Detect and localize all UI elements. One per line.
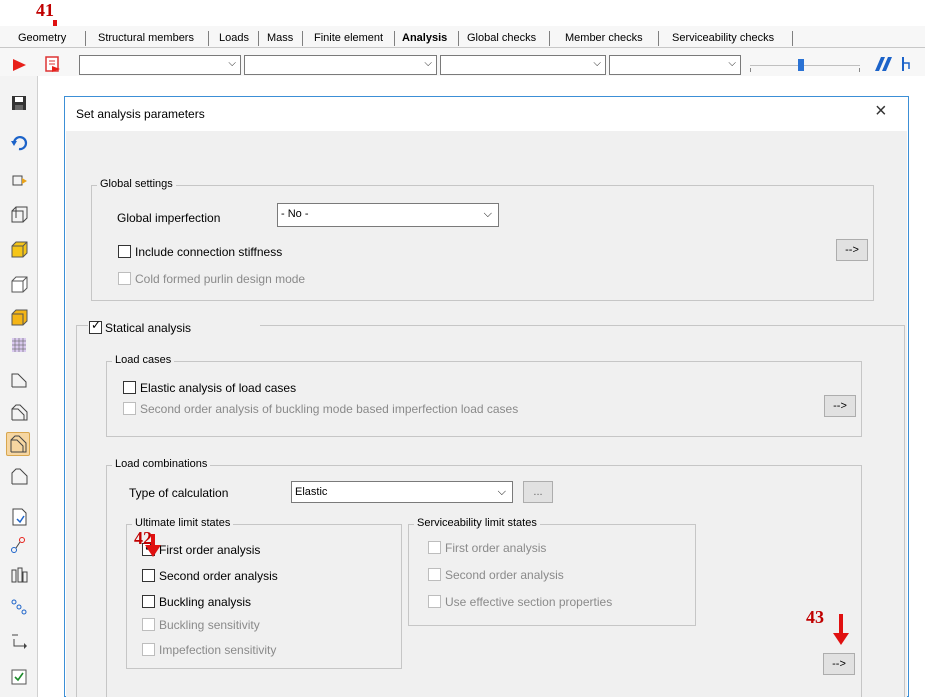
dialog-title: Set analysis parameters xyxy=(76,107,205,121)
analysis-settings-icon[interactable] xyxy=(44,55,62,76)
tab-member-checks[interactable]: Member checks xyxy=(565,32,643,44)
section-icon[interactable] xyxy=(10,371,28,389)
toolbar-combo-1[interactable]: ⌵ xyxy=(79,55,241,75)
uls-second-order-label: Second order analysis xyxy=(159,569,278,583)
uls-buckling-sensitivity-label: Buckling sensitivity xyxy=(159,618,260,632)
uls-imperfection-sensitivity-label: Impefection sensitivity xyxy=(159,643,277,657)
view-icon-2[interactable] xyxy=(900,55,920,76)
annotation-41: 41 xyxy=(36,0,54,20)
load-combinations-title: Load combinations xyxy=(112,458,211,470)
undo-icon[interactable] xyxy=(10,134,28,152)
toolbar-combo-4[interactable]: ⌵ xyxy=(609,55,741,75)
frame-view-icon[interactable] xyxy=(10,206,28,224)
sls-second-order-label: Second order analysis xyxy=(445,568,564,582)
cold-formed-purlin-label: Cold formed purlin design mode xyxy=(135,272,306,286)
global-settings-more-button[interactable]: --> xyxy=(836,239,868,261)
active-section-icon[interactable] xyxy=(6,432,30,456)
grid-view-icon[interactable] xyxy=(10,336,28,354)
load-cases-more-button[interactable]: --> xyxy=(824,395,856,417)
include-connection-stiffness-checkbox[interactable] xyxy=(118,245,131,258)
global-imperfection-label: Global imperfection xyxy=(117,211,221,225)
set-analysis-parameters-dialog: Set analysis parameters × Global setting… xyxy=(64,96,909,697)
statical-analysis-checkbox[interactable]: ✓ xyxy=(89,319,102,334)
global-settings-title: Global settings xyxy=(97,178,176,190)
checkbox-tool-icon[interactable] xyxy=(10,668,28,686)
transfer-icon[interactable] xyxy=(10,632,28,650)
solid-view-icon[interactable] xyxy=(10,241,28,259)
tab-global-checks[interactable]: Global checks xyxy=(467,32,536,44)
type-of-calculation-select[interactable]: Elastic ⌵ xyxy=(291,481,513,503)
coordinate-system-icon[interactable] xyxy=(10,171,28,189)
section-outline-icon[interactable] xyxy=(10,468,28,486)
statical-analysis-label: Statical analysis xyxy=(105,321,192,335)
run-icon[interactable] xyxy=(11,57,27,76)
uls-second-order-checkbox[interactable] xyxy=(142,569,155,582)
box-view-icon[interactable] xyxy=(10,276,28,294)
section-3d-icon[interactable] xyxy=(10,404,28,422)
include-connection-stiffness-label: Include connection stiffness xyxy=(135,245,283,259)
serviceability-limit-states-title: Serviceability limit states xyxy=(414,517,540,529)
menu-tab-strip: Geometry Structural members Loads Mass F… xyxy=(0,26,925,48)
sls-second-order-checkbox[interactable] xyxy=(428,568,441,581)
second-order-buckling-label: Second order analysis of buckling mode b… xyxy=(140,402,519,416)
tab-analysis[interactable]: Analysis xyxy=(402,32,447,44)
tab-structural-members[interactable]: Structural members xyxy=(98,32,194,44)
second-order-buckling-checkbox[interactable] xyxy=(123,402,136,415)
toolbar-combo-3[interactable]: ⌵ xyxy=(440,55,606,75)
annotation-43-arrowhead xyxy=(833,633,849,645)
sls-effective-section-checkbox[interactable] xyxy=(428,595,441,608)
type-of-calculation-ellipsis-button[interactable]: ... xyxy=(523,481,553,503)
load-cases-group xyxy=(106,361,862,437)
type-of-calculation-label: Type of calculation xyxy=(129,486,229,500)
zoom-slider[interactable] xyxy=(750,58,860,72)
uls-buckling-label: Buckling analysis xyxy=(159,595,252,609)
uls-first-order-label: First order analysis xyxy=(159,543,261,557)
tab-loads[interactable]: Loads xyxy=(219,32,249,44)
uls-buckling-checkbox[interactable] xyxy=(142,595,155,608)
save-icon[interactable] xyxy=(10,94,28,112)
zoom-slider-thumb[interactable] xyxy=(798,59,804,71)
uls-imperfection-sensitivity-checkbox[interactable] xyxy=(142,643,155,656)
toolbar-combo-2[interactable]: ⌵ xyxy=(244,55,437,75)
tab-serviceability-checks[interactable]: Serviceability checks xyxy=(672,32,774,44)
elastic-load-cases-label: Elastic analysis of load cases xyxy=(140,381,297,395)
sls-first-order-checkbox[interactable] xyxy=(428,541,441,554)
close-icon[interactable]: × xyxy=(875,100,887,123)
sls-effective-section-label: Use effective section properties xyxy=(445,595,613,609)
load-combinations-more-button[interactable]: --> xyxy=(823,653,855,675)
columns-icon[interactable] xyxy=(10,566,28,584)
annotation-43: 43 xyxy=(806,607,824,627)
annotation-43-arrow xyxy=(839,614,843,634)
sls-first-order-label: First order analysis xyxy=(445,541,547,555)
global-imperfection-select[interactable]: - No - ⌵ xyxy=(277,203,499,227)
tab-mass[interactable]: Mass xyxy=(267,32,293,44)
cold-formed-purlin-checkbox[interactable] xyxy=(118,272,131,285)
supports-icon[interactable] xyxy=(10,598,28,616)
tab-finite-element[interactable]: Finite element xyxy=(314,32,383,44)
render-view-icon[interactable] xyxy=(10,309,28,327)
uls-buckling-sensitivity-checkbox[interactable] xyxy=(142,618,155,631)
left-toolbar xyxy=(0,76,38,697)
view-icon[interactable] xyxy=(872,55,894,76)
tab-geometry[interactable]: Geometry xyxy=(18,32,66,44)
document-icon[interactable] xyxy=(10,508,28,526)
nodes-icon[interactable] xyxy=(10,536,28,554)
load-cases-title: Load cases xyxy=(112,354,175,366)
elastic-load-cases-checkbox[interactable] xyxy=(123,381,136,394)
dialog-body: Global settings Global imperfection - No… xyxy=(66,131,907,697)
annotation-42-arrowhead xyxy=(145,545,161,557)
